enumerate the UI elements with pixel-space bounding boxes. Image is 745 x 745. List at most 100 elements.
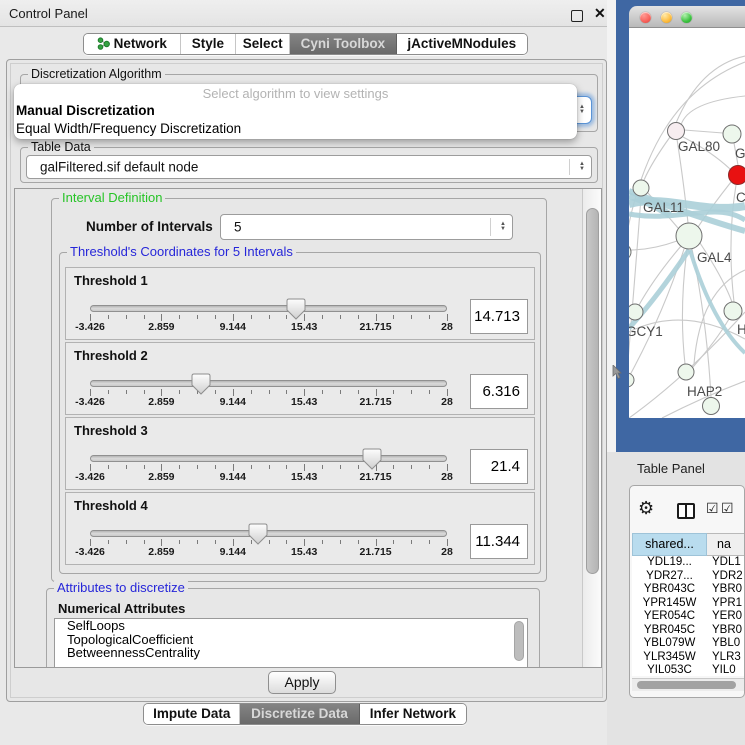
network-node-ga[interactable] bbox=[723, 125, 741, 143]
attribute-item-selfloops[interactable]: SelfLoops bbox=[55, 619, 527, 633]
slider-tick bbox=[286, 465, 287, 469]
number-of-intervals-combobox[interactable]: 5 ▲▼ bbox=[220, 214, 513, 240]
slider-thumb[interactable] bbox=[286, 298, 306, 320]
network-node[interactable] bbox=[703, 398, 720, 415]
slider-tick bbox=[197, 465, 198, 469]
checkbox-checked-icon[interactable]: ☑ bbox=[706, 501, 719, 515]
slider-thumb[interactable] bbox=[248, 523, 268, 545]
slider-track[interactable] bbox=[90, 305, 447, 312]
cell-shared-name: YDL19... bbox=[632, 556, 707, 570]
slider-tick-label: 15.43 bbox=[291, 471, 317, 483]
scrollbar-thumb[interactable] bbox=[586, 208, 599, 574]
slider-tick bbox=[126, 390, 127, 394]
table-row[interactable]: YPR145WYPR1 bbox=[632, 597, 744, 611]
settings-vertical-scrollbar[interactable] bbox=[582, 189, 601, 667]
slider-tick bbox=[429, 540, 430, 544]
column-header-shared-name[interactable]: shared... bbox=[632, 533, 707, 556]
zoom-traffic-light-icon[interactable] bbox=[681, 12, 692, 23]
network-node-c[interactable] bbox=[729, 166, 745, 185]
attribute-item-topologicalcoefficient[interactable]: TopologicalCoefficient bbox=[55, 633, 527, 647]
dropdown-option-equal-width-frequency-discretization[interactable]: Equal Width/Frequency Discretization bbox=[14, 120, 577, 138]
dropdown-placeholder-item[interactable]: Select algorithm to view settings bbox=[14, 84, 577, 102]
slider-tick bbox=[251, 315, 252, 319]
network-graph: GAL80GACGAL11GAL4GCY1HAHAP2 bbox=[629, 28, 745, 418]
tab-impute-data[interactable]: Impute Data bbox=[144, 704, 240, 724]
cell-name: YPR1 bbox=[707, 597, 744, 611]
network-node-gal4[interactable] bbox=[676, 223, 702, 249]
tab-cyni-toolbox[interactable]: Cyni Toolbox bbox=[290, 34, 397, 54]
slider-thumb[interactable] bbox=[362, 448, 382, 470]
table-row[interactable]: YBR043CYBR0 bbox=[632, 583, 744, 597]
close-traffic-light-icon[interactable] bbox=[640, 12, 651, 23]
float-icon[interactable] bbox=[571, 10, 583, 22]
network-node[interactable] bbox=[629, 373, 634, 387]
column-header-name[interactable]: na bbox=[707, 533, 744, 556]
network-node-hap2[interactable] bbox=[678, 364, 694, 380]
slider-tick-label: 9.144 bbox=[220, 546, 246, 558]
attribute-list-scrollbar[interactable] bbox=[514, 621, 525, 665]
slider-thumb[interactable] bbox=[191, 373, 211, 395]
table-row[interactable]: YLR345WYLR3 bbox=[632, 651, 744, 665]
cell-name: YDR2 bbox=[707, 570, 744, 584]
threshold-value-field[interactable]: 6.316 bbox=[470, 374, 528, 409]
dropdown-option-manual-discretization[interactable]: Manual Discretization bbox=[14, 102, 577, 120]
tab-network[interactable]: Network bbox=[84, 34, 181, 54]
slider-tick bbox=[108, 465, 109, 469]
close-icon[interactable]: ✕ bbox=[594, 5, 606, 22]
network-node-gal80[interactable] bbox=[668, 123, 685, 140]
cell-name: YIL0 bbox=[707, 664, 744, 676]
cell-shared-name: YLR345W bbox=[632, 651, 707, 665]
slider-tick bbox=[197, 540, 198, 544]
table-row[interactable]: YDR27...YDR2 bbox=[632, 570, 744, 584]
threshold-value-field[interactable]: 21.4 bbox=[470, 449, 528, 484]
combo-spinner-icon[interactable]: ▲▼ bbox=[579, 105, 585, 115]
threshold-value-field[interactable]: 14.713 bbox=[470, 299, 528, 334]
slider-track[interactable] bbox=[90, 530, 447, 537]
control-panel-tab-bar: NetworkStyleSelect Cyni Toolbox jActiveMNo… bbox=[83, 33, 528, 55]
network-view-canvas[interactable]: GAL80GACGAL11GAL4GCY1HAHAP2 bbox=[629, 28, 745, 418]
table-row[interactable]: YBR045CYBR0 bbox=[632, 624, 744, 638]
checkbox-checked-icon[interactable]: ☑ bbox=[721, 501, 734, 515]
apply-button[interactable]: Apply bbox=[268, 671, 336, 694]
combo-spinner-icon[interactable]: ▲▼ bbox=[579, 162, 585, 172]
tab-select[interactable]: Select bbox=[236, 34, 290, 54]
slider-tick-label: 21.715 bbox=[360, 321, 392, 333]
threshold-value-field[interactable]: 11.344 bbox=[470, 524, 528, 559]
slider-tick bbox=[340, 315, 341, 319]
mouse-cursor-icon bbox=[612, 365, 624, 380]
network-node-gcy1[interactable] bbox=[629, 304, 643, 320]
cell-name: YLR3 bbox=[707, 651, 744, 665]
table-row[interactable]: YER054CYER0 bbox=[632, 610, 744, 624]
tab-label: Cyni Toolbox bbox=[301, 36, 386, 51]
slider-tick bbox=[340, 390, 341, 394]
tab-style[interactable]: Style bbox=[181, 34, 237, 54]
attribute-item-betweennesscentrality[interactable]: BetweennessCentrality bbox=[55, 646, 527, 660]
table-horizontal-scrollbar[interactable] bbox=[632, 678, 744, 691]
slider-tick bbox=[411, 465, 412, 469]
slider-track[interactable] bbox=[90, 380, 447, 387]
scrollbar-thumb[interactable] bbox=[637, 681, 736, 689]
slider-tick-label: 2.859 bbox=[148, 471, 174, 483]
slider-tick bbox=[304, 389, 305, 396]
table-row[interactable]: YDL19...YDL1 bbox=[632, 556, 744, 570]
tab-discretize-data[interactable]: Discretize Data bbox=[240, 704, 359, 724]
cell-name: YBR0 bbox=[707, 583, 744, 597]
slider-tick bbox=[233, 539, 234, 546]
slider-track[interactable] bbox=[90, 455, 447, 462]
numerical-attributes-list[interactable]: SelfLoopsTopologicalCoefficientBetweenne… bbox=[54, 618, 528, 668]
network-node[interactable] bbox=[629, 244, 631, 260]
tab-jactivemnodules[interactable]: jActiveMNodules bbox=[397, 34, 527, 54]
network-window-titlebar[interactable] bbox=[629, 6, 745, 28]
table-row[interactable]: YIL053CYIL0 bbox=[632, 664, 744, 676]
minimize-traffic-light-icon[interactable] bbox=[661, 12, 672, 23]
columns-icon[interactable] bbox=[677, 503, 695, 519]
network-node-ha[interactable] bbox=[724, 302, 742, 320]
table-data-combobox[interactable]: galFiltered.sif default node ▲▼ bbox=[26, 155, 592, 179]
gear-icon[interactable]: ⚙ bbox=[638, 499, 654, 517]
table-data-group-title: Table Data bbox=[28, 141, 94, 154]
combo-spinner-icon[interactable]: ▲▼ bbox=[500, 222, 506, 232]
network-node-gal11[interactable] bbox=[633, 180, 649, 196]
tab-infer-network[interactable]: Infer Network bbox=[360, 704, 466, 724]
table-row[interactable]: YBL079WYBL0 bbox=[632, 637, 744, 651]
scrollbar-thumb[interactable] bbox=[514, 621, 524, 661]
